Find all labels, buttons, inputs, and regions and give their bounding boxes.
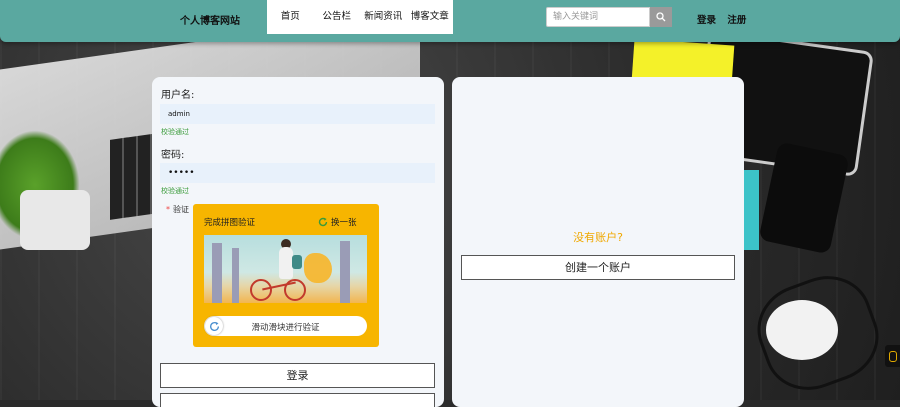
login-button[interactable]: 登录 [160,363,435,388]
login-card: 用户名: admin 校验通过 密码: ••••• 校验通过 * 验证 完成拼图验… [152,77,444,407]
side-widget-tab[interactable] [885,345,900,367]
background-mouse [766,300,838,360]
illustration-tree [212,243,222,303]
required-mark: * [166,205,170,214]
captcha-panel: 完成拼图验证 换一张 滑动滑块进行验证 [193,204,379,347]
username-hint: 校验通过 [161,128,189,136]
captcha-slider-track[interactable]: 滑动滑块进行验证 [204,316,367,336]
top-header: 个人博客网站 首页 公告栏 新闻资讯 博客文章 登录 注册 [0,0,900,42]
no-account-prompt: 没有账户? [573,231,623,244]
nav-news[interactable]: 新闻资讯 [360,0,407,34]
search-button[interactable] [650,7,672,27]
main-nav: 首页 公告栏 新闻资讯 博客文章 [267,0,453,34]
secondary-button[interactable] [160,393,435,407]
illustration-tree [340,241,350,303]
register-card: 没有账户? 创建一个账户 [452,77,744,407]
captcha-refresh-button[interactable]: 换一张 [318,216,357,228]
illustration-tree [232,248,239,303]
search-box [546,7,672,27]
captcha-slider-text: 滑动滑块进行验证 [251,323,320,333]
username-label: 用户名: [161,90,195,101]
password-hint: 校验通过 [161,187,189,195]
create-account-button[interactable]: 创建一个账户 [461,255,735,280]
username-field[interactable]: admin [160,104,435,124]
puzzle-piece-slot [304,253,332,283]
password-field[interactable]: ••••• [160,163,435,183]
nav-blog-posts[interactable]: 博客文章 [407,0,454,34]
refresh-icon [318,217,328,227]
bicycle-wheel [250,279,272,301]
illustration-person [279,247,293,279]
captcha-puzzle-image [204,235,367,303]
nav-home[interactable]: 首页 [267,0,314,34]
search-icon [656,12,666,22]
captcha-refresh-label: 换一张 [331,218,357,228]
verify-label-text: 验证 [173,205,189,214]
register-link[interactable]: 注册 [727,15,746,26]
verify-label: * 验证 [166,204,189,215]
site-brand[interactable]: 个人博客网站 [180,12,240,27]
background-pot [20,190,90,250]
search-input[interactable] [546,7,650,27]
login-link[interactable]: 登录 [697,15,716,26]
illustration-backpack [292,255,302,269]
auth-links: 登录 注册 [697,12,754,26]
nav-announcements[interactable]: 公告栏 [314,0,361,34]
captcha-title: 完成拼图验证 [204,218,256,228]
password-label: 密码: [161,150,185,161]
